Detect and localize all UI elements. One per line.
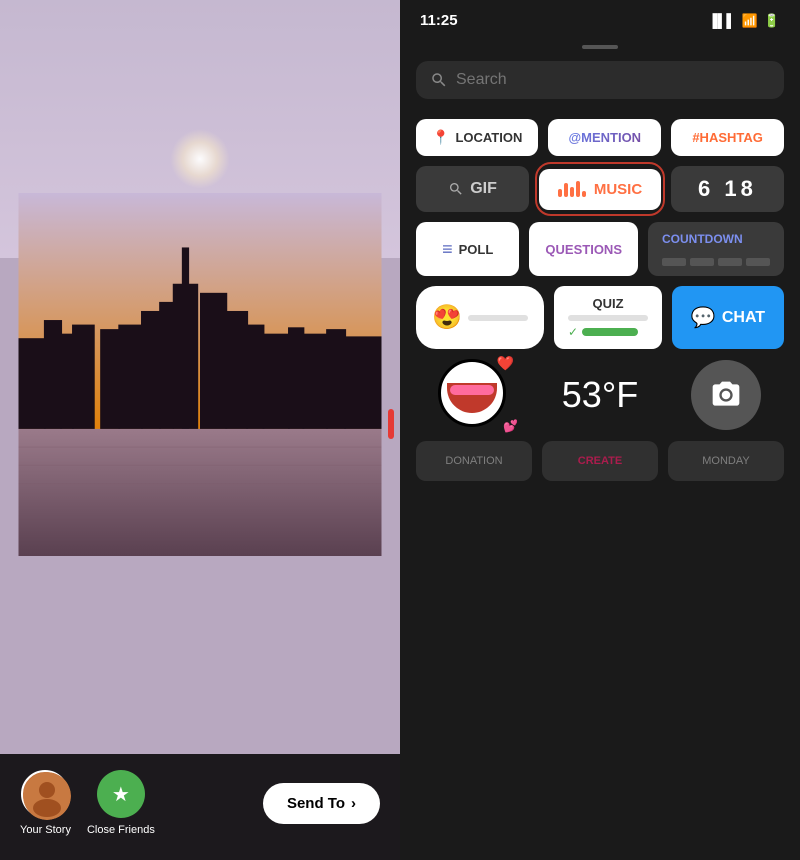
sticker-row-1: 📍 LOCATION @MENTION #HASHTAG [416, 119, 784, 156]
close-friends-btn[interactable]: ★ [97, 770, 145, 818]
emoji-slider-emoji: 😍 [432, 303, 462, 332]
right-wifi-icon: 📶 [742, 13, 758, 29]
bottom-bar: Your Story ★ Close Friends Send To › [0, 754, 400, 860]
close-friends-option[interactable]: ★ Close Friends [87, 770, 155, 836]
sticker-row-5: ❤️ 💕 53°F [416, 359, 784, 431]
poll-lines-icon: ≡ [442, 239, 453, 260]
music-sticker-wrapper: MUSIC [539, 166, 661, 212]
right-panel: 11:25 ▐▌▌ 📶 🔋 📍 LOCATION @MENTION #HASHT… [400, 0, 800, 860]
search-icon [430, 71, 448, 89]
sticker-row-2: GIF MUSIC 6 18 [416, 166, 784, 212]
countdown-sticker[interactable]: COUNTDOWN [648, 222, 784, 276]
right-status-bar: 11:25 ▐▌▌ 📶 🔋 [400, 0, 800, 37]
right-signal-icon: ▐▌▌ [708, 13, 736, 28]
quiz-check-icon: ✓ [568, 325, 578, 339]
monday-sticker-partial[interactable]: MONDAY [668, 441, 784, 481]
music-bars-icon [558, 181, 586, 197]
quiz-bar-green [582, 328, 638, 336]
right-battery-icon: 🔋 [764, 13, 780, 29]
questions-sticker[interactable]: QUESTIONS [529, 222, 638, 276]
donation-sticker-partial[interactable]: DONATION [416, 441, 532, 481]
location-pin-icon: 📍 [432, 129, 449, 146]
your-story-option[interactable]: Your Story [20, 770, 71, 836]
search-bar[interactable] [416, 61, 784, 99]
search-small-icon [448, 181, 464, 197]
story-image-area [0, 94, 400, 754]
chevron-right-icon: › [351, 795, 356, 812]
camera-icon [710, 379, 742, 411]
close-friends-label: Close Friends [87, 824, 155, 836]
right-time: 11:25 [420, 12, 458, 29]
sticker-row-4: 😍 QUIZ ✓ 💬 CHAT [416, 286, 784, 349]
chat-sticker[interactable]: 💬 CHAT [672, 286, 784, 349]
camera-sticker-wrapper [668, 359, 784, 431]
quiz-bar-gray [568, 315, 648, 321]
sticker-grid: 📍 LOCATION @MENTION #HASHTAG GIF [400, 111, 800, 860]
sticker-row-6: DONATION CREATE MONDAY [416, 441, 784, 481]
chat-bubble-icon: 💬 [691, 305, 716, 330]
slider-track [468, 315, 528, 321]
mouth-sticker[interactable]: ❤️ 💕 [416, 359, 532, 431]
send-to-button[interactable]: Send To › [263, 783, 380, 824]
hashtag-sticker[interactable]: #HASHTAG [671, 119, 784, 156]
quiz-sticker[interactable]: QUIZ ✓ [554, 286, 662, 349]
create-sticker-partial[interactable]: CREATE [542, 441, 658, 481]
search-input[interactable] [456, 71, 770, 89]
mention-sticker[interactable]: @MENTION [548, 119, 661, 156]
music-sticker[interactable]: MUSIC [539, 169, 661, 210]
red-indicator [388, 409, 394, 439]
countdown-bars [662, 258, 770, 266]
location-sticker[interactable]: 📍 LOCATION [416, 119, 538, 156]
drag-handle [582, 45, 618, 49]
mouth-sticker-graphic: ❤️ 💕 [438, 359, 510, 431]
emoji-slider-sticker[interactable]: 😍 [416, 286, 544, 349]
poll-sticker[interactable]: ≡ POLL [416, 222, 519, 276]
dice-sticker[interactable]: 6 18 [671, 166, 784, 212]
right-status-icons: ▐▌▌ 📶 🔋 [708, 13, 780, 29]
camera-sticker[interactable] [691, 360, 761, 430]
avatar [21, 770, 69, 818]
left-panel: 11:25 ▐▌▌ 📶 🔋 ✕ Aa [0, 0, 400, 860]
temperature-sticker[interactable]: 53°F [542, 359, 658, 431]
sticker-row-3: ≡ POLL QUESTIONS COUNTDOWN [416, 222, 784, 276]
gif-sticker[interactable]: GIF [416, 166, 529, 212]
your-story-label: Your Story [20, 824, 71, 836]
